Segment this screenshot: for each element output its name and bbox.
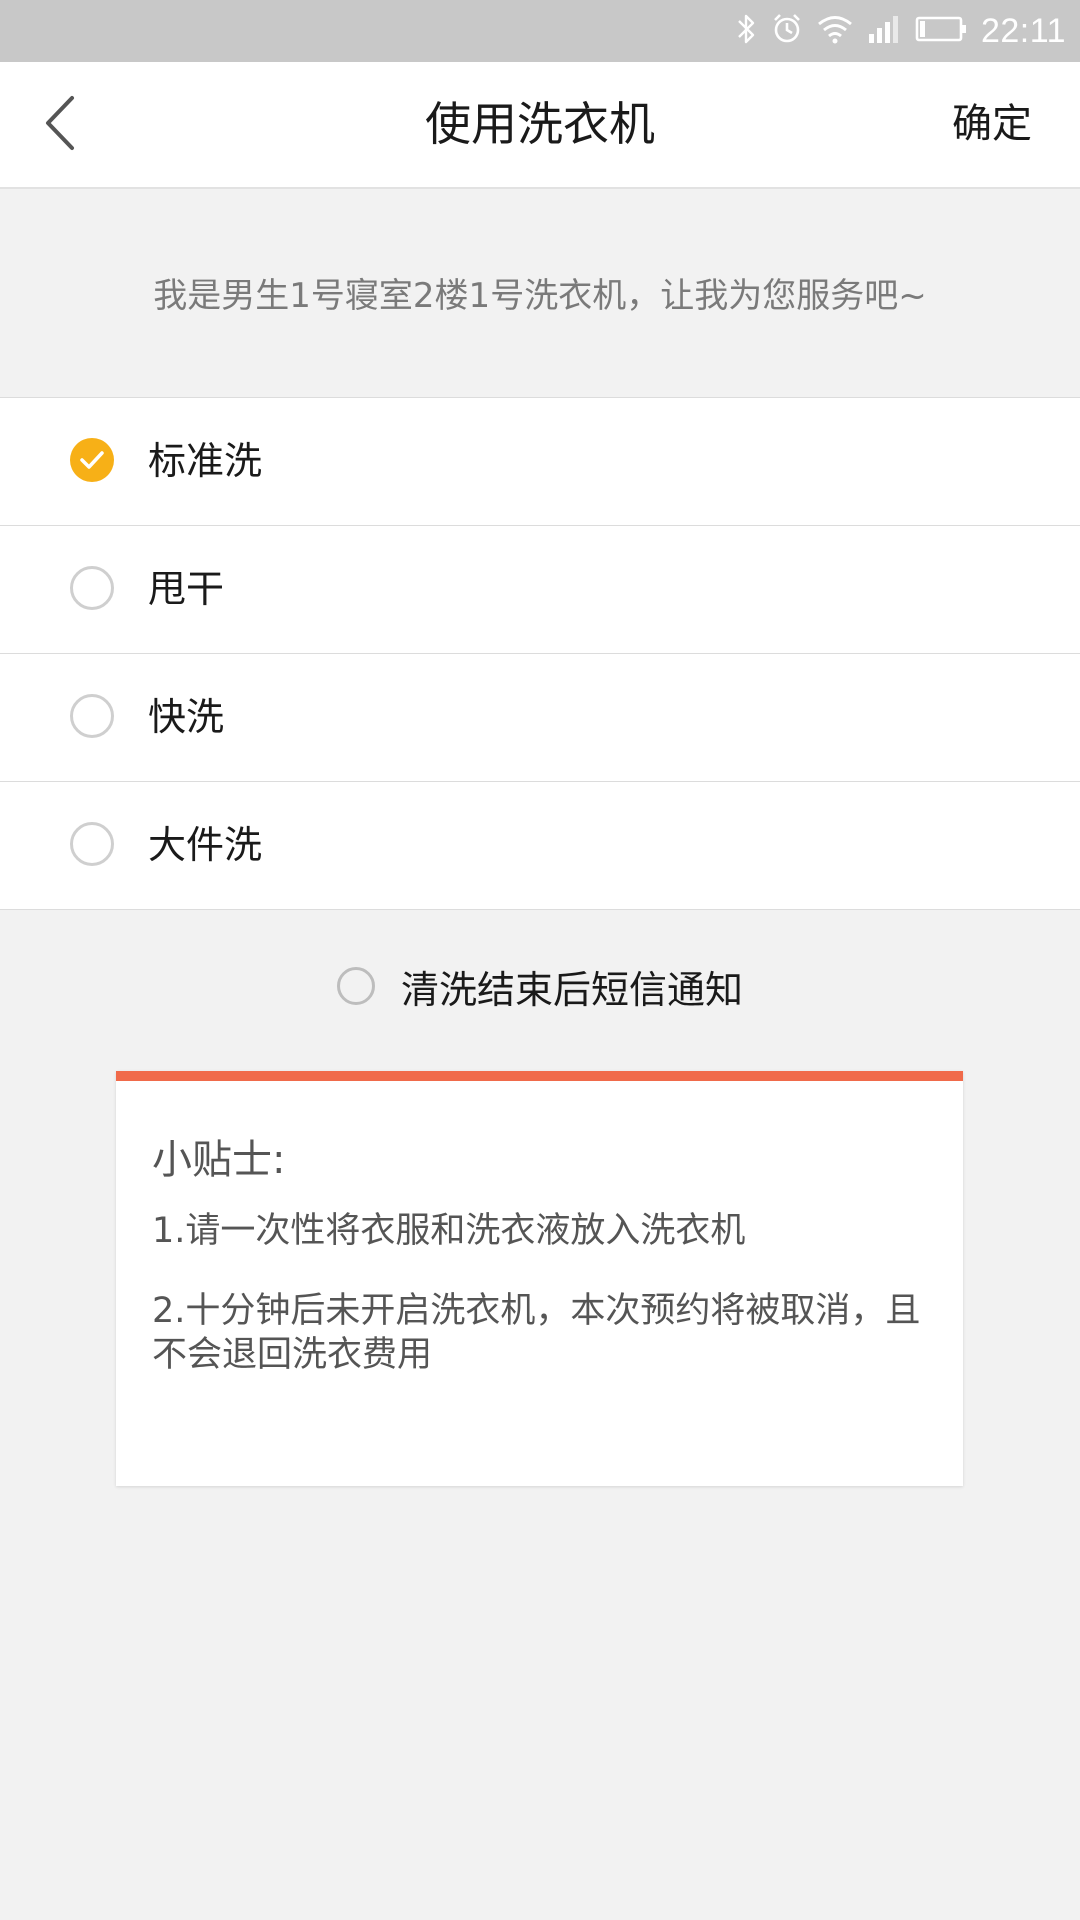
tip-item: 1.请一次性将衣服和洗衣液放入洗衣机 xyxy=(152,1211,746,1251)
mode-label: 标准洗 xyxy=(148,439,263,483)
status-icons: 22:11 xyxy=(735,0,1066,62)
radio-checked-icon[interactable] xyxy=(70,438,114,482)
mode-option-standard[interactable]: 标准洗 xyxy=(0,398,1080,526)
status-bar: 22:11 xyxy=(0,0,1080,62)
battery-icon xyxy=(915,15,967,47)
bluetooth-icon xyxy=(735,12,757,50)
mode-label: 甩干 xyxy=(148,567,225,611)
radio-unchecked-icon[interactable] xyxy=(70,822,114,866)
tips-card: 小贴士: 1.请一次性将衣服和洗衣液放入洗衣机 2.十分钟后未开启洗衣机，本次预… xyxy=(116,1071,963,1486)
tips-title: 小贴士: xyxy=(152,1137,286,1183)
mode-option-spin-dry[interactable]: 甩干 xyxy=(0,526,1080,654)
alarm-icon xyxy=(771,12,803,50)
mode-label: 大件洗 xyxy=(148,823,263,867)
confirm-button[interactable]: 确定 xyxy=(952,62,1032,187)
wifi-icon xyxy=(817,14,853,48)
sms-notify-label: 清洗结束后短信通知 xyxy=(400,967,743,1012)
radio-unchecked-icon[interactable] xyxy=(70,694,114,738)
sms-notify-option[interactable]: 清洗结束后短信通知 xyxy=(0,955,1080,1017)
mode-option-quick[interactable]: 快洗 xyxy=(0,654,1080,782)
signal-icon xyxy=(867,14,901,48)
radio-unchecked-icon[interactable] xyxy=(70,566,114,610)
mode-label: 快洗 xyxy=(148,695,225,739)
mode-option-bulky[interactable]: 大件洗 xyxy=(0,782,1080,909)
tip-item: 2.十分钟后未开启洗衣机，本次预约将被取消，且不会退回洗衣费用 xyxy=(152,1291,921,1375)
page-title: 使用洗衣机 xyxy=(425,97,655,151)
radio-unchecked-icon[interactable] xyxy=(336,967,375,1005)
nav-bar: 使用洗衣机 确定 xyxy=(0,62,1080,189)
intro-text: 我是男生1号寝室2楼1号洗衣机，让我为您服务吧~ xyxy=(153,276,927,316)
wash-mode-list: 标准洗 甩干 快洗 大件洗 xyxy=(0,397,1080,910)
status-time: 22:11 xyxy=(980,11,1066,50)
